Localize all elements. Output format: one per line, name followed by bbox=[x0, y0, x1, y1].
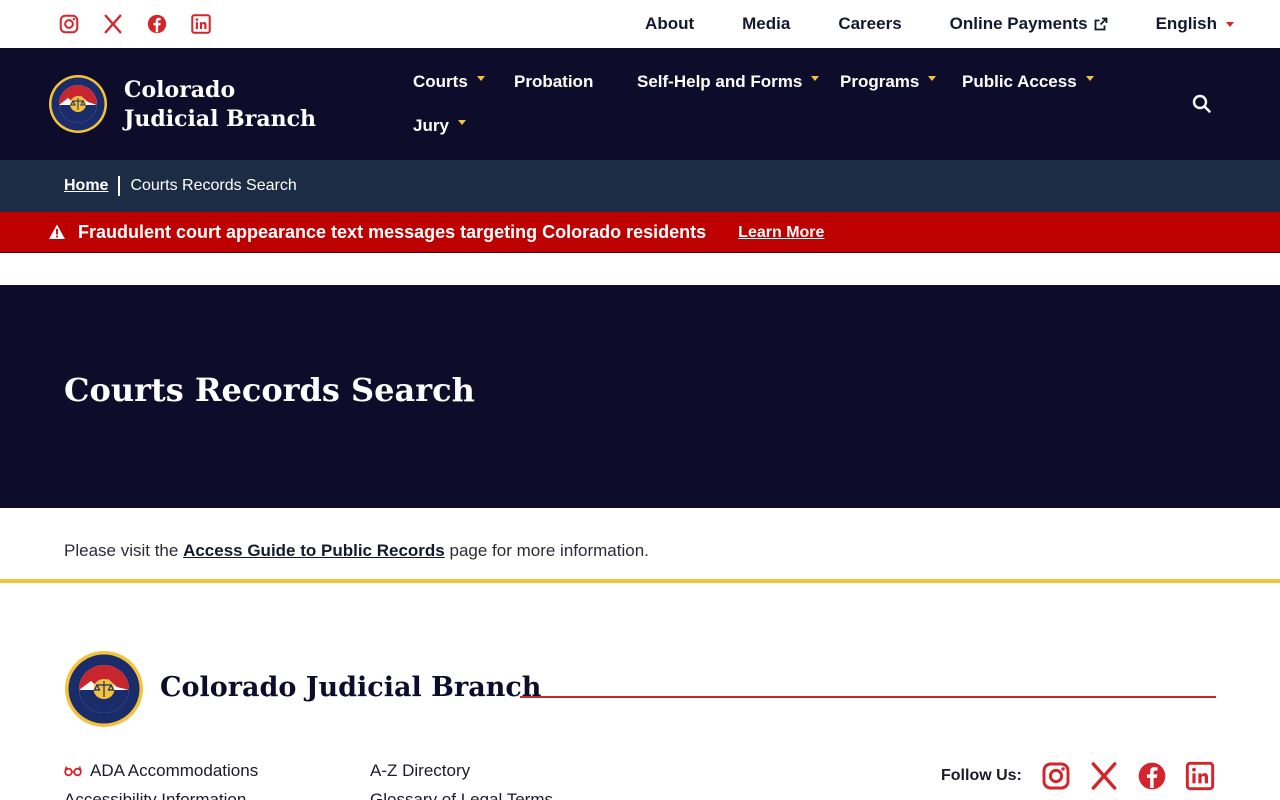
nav-courts[interactable]: Courts bbox=[413, 72, 485, 92]
alert-banner: Fraudulent court appearance text message… bbox=[0, 212, 1280, 253]
footer-divider bbox=[0, 579, 1280, 583]
online-payments-link[interactable]: Online Payments bbox=[950, 14, 1108, 34]
footer-site-name: Colorado Judicial Branch bbox=[160, 672, 542, 703]
about-label: About bbox=[645, 14, 695, 33]
footer-glossary-link[interactable]: Glossary of Legal Terms bbox=[370, 790, 553, 800]
info-text-after: page for more information. bbox=[444, 541, 649, 560]
external-link-icon bbox=[1094, 17, 1107, 31]
footer-accessibility-link[interactable]: Accessibility Information bbox=[64, 790, 246, 800]
linkedin-icon[interactable] bbox=[1184, 760, 1216, 792]
instagram-icon[interactable] bbox=[1040, 760, 1072, 792]
colorado-courts-seal-logo[interactable] bbox=[48, 74, 108, 134]
footer-ada-label: ADA Accommodations bbox=[90, 761, 259, 780]
nav-jury[interactable]: Jury bbox=[413, 116, 466, 136]
nav-self-help[interactable]: Self-Help and Forms bbox=[637, 72, 820, 92]
records-info-text: Please visit the Access Guide to Public … bbox=[64, 541, 649, 561]
alert-message: Fraudulent court appearance text message… bbox=[78, 221, 707, 242]
info-text-before: Please visit the bbox=[64, 541, 184, 560]
x-icon[interactable] bbox=[1088, 760, 1120, 792]
top-social-links bbox=[58, 13, 212, 35]
nav-self-help-label: Self-Help and Forms bbox=[637, 72, 803, 91]
footer-glossary-label: Glossary of Legal Terms bbox=[370, 790, 553, 800]
careers-label: Careers bbox=[838, 14, 902, 33]
chevron-down-icon bbox=[476, 75, 485, 81]
instagram-icon[interactable] bbox=[58, 13, 80, 35]
search-icon[interactable] bbox=[1190, 92, 1214, 116]
nav-probation[interactable]: Probation bbox=[514, 72, 593, 92]
footer-az-directory-link[interactable]: A-Z Directory bbox=[370, 761, 470, 781]
chevron-down-icon bbox=[928, 75, 937, 81]
language-label: English bbox=[1155, 14, 1217, 33]
nav-programs-label: Programs bbox=[840, 72, 920, 91]
warning-icon bbox=[49, 224, 65, 239]
footer-seal-logo bbox=[65, 651, 143, 727]
breadcrumb-current: Courts Records Search bbox=[130, 177, 297, 194]
media-link[interactable]: Media bbox=[742, 14, 790, 34]
online-payments-label: Online Payments bbox=[949, 14, 1088, 33]
chevron-down-icon bbox=[1085, 75, 1094, 81]
about-link[interactable]: About bbox=[645, 14, 694, 34]
breadcrumb: Home Courts Records Search bbox=[0, 160, 1280, 212]
access-guide-link[interactable]: Access Guide to Public Records bbox=[183, 541, 445, 560]
language-selector[interactable]: English bbox=[1156, 14, 1234, 34]
nav-courts-label: Courts bbox=[413, 72, 468, 91]
linkedin-icon[interactable] bbox=[190, 13, 212, 35]
nav-probation-label: Probation bbox=[514, 72, 594, 91]
breadcrumb-home-link[interactable]: Home bbox=[64, 177, 108, 195]
x-icon[interactable] bbox=[102, 13, 124, 35]
alert-learn-more-link[interactable]: Learn More bbox=[738, 224, 824, 242]
utility-links: About Media Careers Online Payments Engl… bbox=[645, 14, 1234, 34]
facebook-icon[interactable] bbox=[1136, 760, 1168, 792]
glasses-icon bbox=[64, 766, 82, 777]
footer-ada-link[interactable]: ADA Accommodations bbox=[64, 761, 258, 781]
footer-az-label: A-Z Directory bbox=[370, 761, 471, 780]
media-label: Media bbox=[742, 14, 791, 33]
chevron-down-icon bbox=[1226, 21, 1234, 27]
page-title: Courts Records Search bbox=[64, 371, 475, 409]
facebook-icon[interactable] bbox=[146, 13, 168, 35]
nav-public-access-label: Public Access bbox=[962, 72, 1077, 91]
careers-link[interactable]: Careers bbox=[838, 14, 901, 34]
breadcrumb-separator bbox=[118, 176, 121, 196]
site-name[interactable]: Colorado Judicial Branch bbox=[124, 76, 334, 134]
main-navigation: Colorado Judicial Branch Courts Probatio… bbox=[0, 48, 1280, 160]
chevron-down-icon bbox=[811, 75, 820, 81]
nav-jury-label: Jury bbox=[413, 116, 449, 135]
follow-us-label: Follow Us: bbox=[941, 767, 1022, 784]
footer-accessibility-label: Accessibility Information bbox=[64, 790, 247, 800]
footer-red-rule bbox=[520, 696, 1216, 698]
nav-programs[interactable]: Programs bbox=[840, 72, 937, 92]
utility-bar: About Media Careers Online Payments Engl… bbox=[0, 0, 1280, 48]
page-hero: Courts Records Search bbox=[0, 285, 1280, 508]
nav-public-access[interactable]: Public Access bbox=[962, 72, 1094, 92]
chevron-down-icon bbox=[457, 119, 466, 125]
footer-social-links bbox=[1040, 760, 1216, 792]
